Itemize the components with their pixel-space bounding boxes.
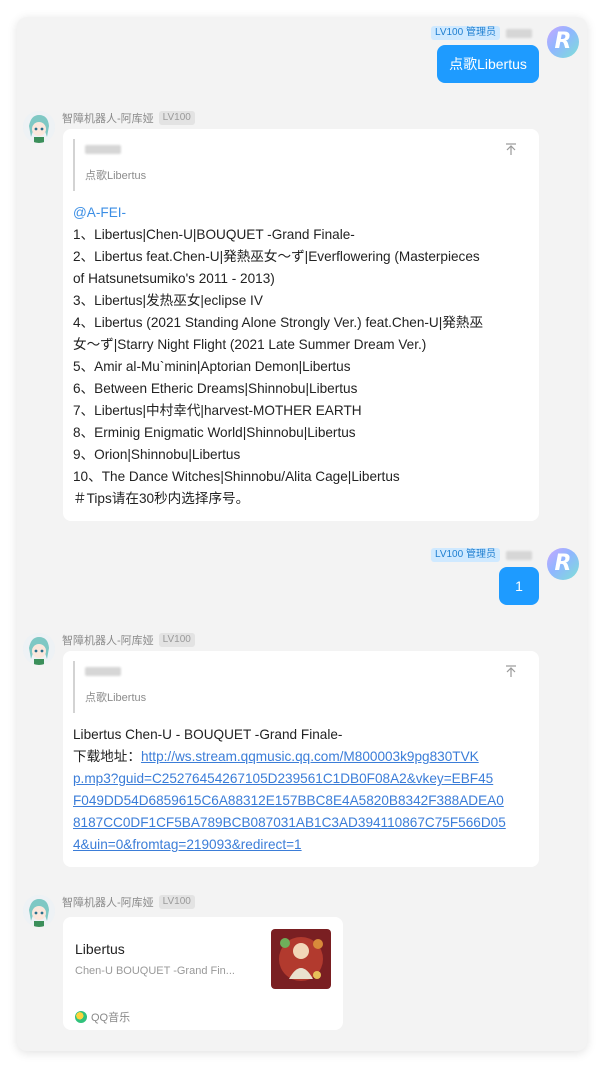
qq-music-icon [75, 1011, 87, 1023]
tips-line: ＃Tips请在30秒内选择序号。 [73, 491, 250, 506]
pin-top-icon[interactable] [505, 665, 517, 680]
bot-level-badge: LV100 [158, 895, 195, 909]
song-title-line: Libertus Chen-U - BOUQUET -Grand Finale- [73, 727, 343, 742]
download-label: 下载地址： [73, 749, 141, 764]
song-list-line: 6、Between Etheric Dreams|Shinnobu|Libert… [73, 381, 358, 396]
user-name-line: LV100 管理员 [431, 26, 532, 40]
pin-top-icon[interactable] [505, 143, 517, 158]
bot-avatar-image [23, 633, 55, 665]
bot-reply-card: 点歌Libertus Libertus Chen-U - BOUQUET -Gr… [63, 651, 539, 867]
bot-name: 智障机器人-阿库娅 [62, 113, 154, 125]
download-link[interactable]: p.mp3?guid=C25276454267105D239561C1DB0F0… [73, 771, 493, 786]
user-name-masked [505, 28, 532, 38]
download-info: Libertus Chen-U - BOUQUET -Grand Finale-… [73, 724, 533, 856]
bot-level-badge: LV100 [158, 111, 195, 125]
download-link[interactable]: http://ws.stream.qqmusic.qq.com/M800003k… [141, 749, 479, 764]
bot-avatar-image [23, 111, 55, 143]
quoted-message[interactable]: 点歌Libertus [73, 661, 519, 713]
song-list-line: 4、Libertus (2021 Standing Alone Strongly… [73, 315, 484, 330]
quoted-text: 点歌Libertus [85, 170, 147, 182]
user-avatar[interactable]: R [547, 548, 579, 580]
admin-badge: LV100 管理员 [431, 548, 500, 562]
bot-name: 智障机器人-阿库娅 [62, 897, 154, 909]
song-list-line: 9、Orion|Shinnobu|Libertus [73, 447, 241, 462]
song-list-line: 7、Libertus|中村幸代|harvest-MOTHER EARTH [73, 403, 362, 418]
bot-name-line: 智障机器人-阿库娅 LV100 [62, 632, 195, 648]
quoted-text: 点歌Libertus [85, 692, 147, 704]
bot-name: 智障机器人-阿库娅 [62, 635, 154, 647]
quoted-message[interactable]: 点歌Libertus [73, 139, 519, 191]
song-list-line: 1、Libertus|Chen-U|BOUQUET -Grand Finale- [73, 227, 355, 242]
mention-text[interactable]: @A-FEI- [73, 202, 483, 224]
music-share-card[interactable]: Libertus Chen-U BOUQUET -Grand Fin... QQ… [63, 917, 343, 1030]
user-message-bubble[interactable]: 1 [499, 567, 539, 605]
bot-name-line: 智障机器人-阿库娅 LV100 [62, 894, 195, 910]
download-link[interactable]: F049DD54D6859615C6A88312E157BBC8E4A5820B… [73, 793, 504, 808]
chat-panel: LV100 管理员 R 点歌Libertus 智障机器人-阿库娅 LV100 点… [17, 17, 587, 1051]
user-message-text: 点歌Libertus [449, 56, 527, 72]
user-message-bubble[interactable]: 点歌Libertus [437, 45, 539, 83]
bot-name-line: 智障机器人-阿库娅 LV100 [62, 110, 195, 126]
song-list-line: 5、Amir al-Mu`minin|Aptorian Demon|Libert… [73, 359, 351, 374]
bot-avatar-image [23, 895, 55, 927]
bot-reply-card: 点歌Libertus @A-FEI- 1、Libertus|Chen-U|BOU… [63, 129, 539, 521]
song-list-line: 3、Libertus|发热巫女|eclipse IV [73, 293, 263, 308]
bot-avatar[interactable] [23, 633, 55, 665]
quoted-sender-masked [85, 667, 121, 676]
song-list: @A-FEI- 1、Libertus|Chen-U|BOUQUET -Grand… [73, 202, 483, 510]
song-list-line: 女～ず|Starry Night Flight (2021 Late Summe… [73, 337, 427, 352]
music-title: Libertus [75, 941, 125, 957]
bot-avatar[interactable] [23, 111, 55, 143]
download-link[interactable]: 8187CC0DF1CF5BA789BCB087031AB1C3AD394110… [73, 815, 506, 830]
download-link[interactable]: 4&uin=0&fromtag=219093&redirect=1 [73, 837, 302, 852]
song-list-line: of Hatsunetsumiko's 2011 - 2013) [73, 271, 275, 286]
song-list-line: 2、Libertus feat.Chen-U|発熱巫女～ず|Everflower… [73, 249, 480, 264]
user-avatar[interactable]: R [547, 26, 579, 58]
album-cover-image [271, 929, 331, 989]
music-source-label: QQ音乐 [91, 1012, 131, 1024]
bot-level-badge: LV100 [158, 633, 195, 647]
song-list-line: 10、The Dance Witches|Shinnobu/Alita Cage… [73, 469, 400, 484]
user-name-line: LV100 管理员 [431, 548, 532, 562]
song-list-line: 8、Erminig Enigmatic World|Shinnobu|Liber… [73, 425, 356, 440]
music-source: QQ音乐 [75, 1009, 130, 1025]
music-subtitle: Chen-U BOUQUET -Grand Fin... [75, 965, 235, 977]
admin-badge: LV100 管理员 [431, 26, 500, 40]
avatar-letter: R [554, 551, 572, 576]
user-name-masked [505, 550, 532, 560]
quoted-sender-masked [85, 145, 121, 154]
user-message-text: 1 [515, 578, 523, 594]
bot-avatar[interactable] [23, 895, 55, 927]
avatar-letter: R [554, 29, 572, 54]
